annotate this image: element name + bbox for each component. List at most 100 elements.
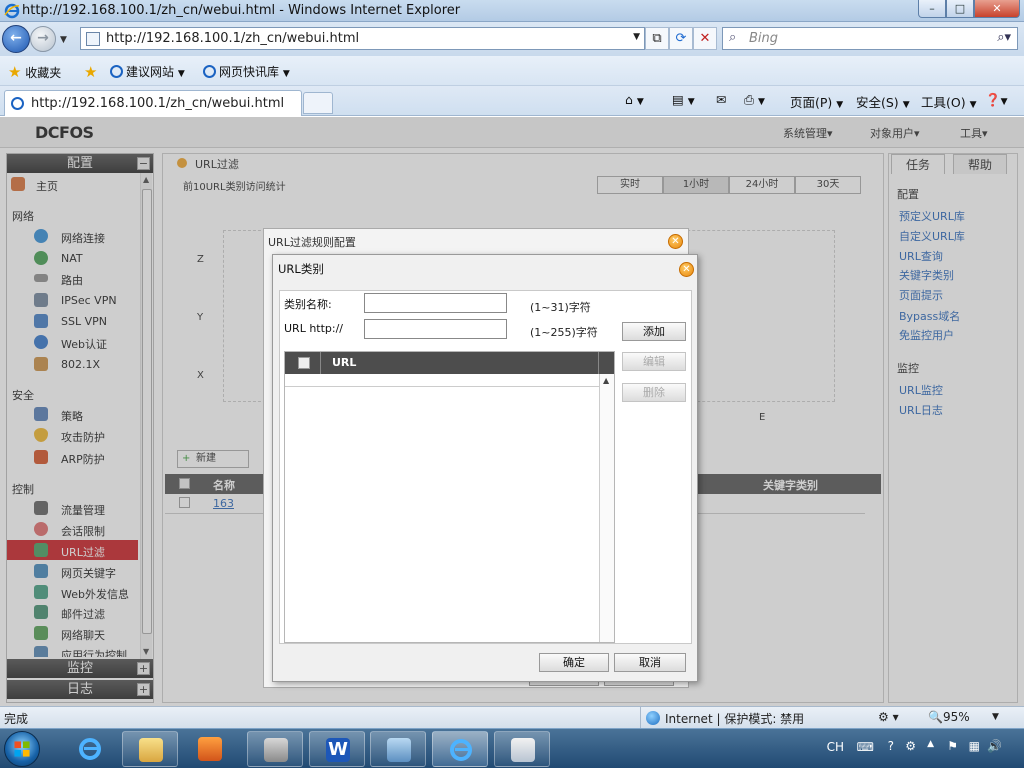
tools-menu[interactable]: 工具(O) ▼	[921, 92, 977, 111]
zoom-level: 95%	[942, 710, 970, 724]
category-name-input[interactable]	[364, 293, 507, 313]
suggested-sites-link[interactable]: 建议网站 ▼	[110, 63, 185, 80]
minimize-button[interactable]: –	[918, 0, 946, 18]
taskbar-file-explorer[interactable]	[122, 731, 178, 767]
taskbar-control-panel[interactable]	[247, 731, 303, 767]
keyboard-icon[interactable]: ⌨	[857, 740, 874, 754]
dialog-body: 类别名称: (1~31)字符 URL http:// (1~255)字符 添加 …	[279, 290, 692, 644]
word-icon: W	[326, 738, 350, 762]
add-button[interactable]: 添加	[622, 322, 686, 341]
stop-icon: ✕	[699, 31, 711, 46]
zoom-icon: 🔍	[928, 710, 943, 724]
back-button[interactable]: ←	[2, 25, 30, 53]
feeds-button[interactable]: ▤ ▼	[672, 92, 695, 107]
page-icon	[86, 32, 100, 46]
web-slice-gallery-label: 网页快讯库	[219, 65, 280, 79]
select-all-checkbox[interactable]	[298, 357, 310, 369]
address-bar[interactable]: http://192.168.100.1/zh_cn/webui.html ▼	[80, 27, 645, 50]
delete-button[interactable]: 删除	[622, 383, 686, 402]
search-icon[interactable]: ⌕▾	[997, 30, 1011, 45]
column-separator	[598, 352, 599, 374]
chevron-down-icon[interactable]: ▼	[992, 712, 999, 722]
close-icon[interactable]: ✕	[679, 262, 694, 277]
chevron-down-icon: ▼	[177, 69, 185, 79]
refresh-button[interactable]: ⟳	[669, 27, 693, 50]
network-icon	[387, 738, 411, 762]
action-center-icon[interactable]: ⚑	[947, 739, 958, 753]
network-tray-icon[interactable]: ▦	[969, 739, 980, 753]
column-url: URL	[332, 356, 357, 369]
printer-icon: ⎙	[744, 92, 755, 107]
input-language[interactable]: CH	[827, 740, 844, 754]
add-favorites-button[interactable]: ★	[84, 63, 97, 81]
scroll-up-icon[interactable]: ▲	[603, 376, 609, 385]
compatibility-view-button[interactable]: ⧉	[645, 27, 669, 50]
taskbar-word[interactable]: W	[309, 731, 365, 767]
web-slice-gallery-link[interactable]: 网页快讯库 ▼	[203, 63, 290, 80]
url-hint: (1~255)字符	[530, 326, 598, 339]
taskbar-internet-explorer[interactable]	[62, 731, 118, 767]
address-dropdown-icon[interactable]: ▼	[633, 32, 640, 42]
category-name-label: 类别名称:	[284, 298, 332, 311]
security-zone[interactable]: Internet | 保护模式: 禁用	[665, 710, 804, 727]
read-mail-button[interactable]: ✉	[716, 92, 726, 107]
window-title: http://192.168.100.1/zh_cn/webui.html - …	[22, 3, 461, 18]
url-table-scrollbar[interactable]: ▲	[599, 374, 614, 642]
help-button[interactable]: ❓▼	[985, 92, 1008, 108]
print-button[interactable]: ⎙ ▼	[744, 92, 765, 108]
ime-settings-icon[interactable]: ⚙	[905, 739, 916, 753]
chevron-down-icon: ▼	[969, 100, 977, 110]
chevron-down-icon: ▼	[1000, 97, 1008, 107]
favorites-button[interactable]: ★ 收藏夹	[8, 63, 61, 81]
document-icon	[511, 738, 535, 762]
ie-page-icon	[11, 97, 24, 110]
url-category-dialog: URL类别 ✕ 类别名称: (1~31)字符 URL http:// (1~25…	[272, 254, 698, 682]
home-button[interactable]: ⌂ ▼	[625, 92, 644, 107]
add-favorite-icon: ★	[84, 63, 98, 81]
forward-button[interactable]: →	[30, 26, 56, 52]
maximize-button[interactable]: □	[946, 0, 974, 18]
volume-icon[interactable]: 🔊	[987, 739, 1002, 753]
forward-arrow-icon: →	[37, 30, 49, 46]
start-button[interactable]	[4, 731, 40, 767]
category-cancel-button[interactable]: 取消	[614, 653, 686, 672]
protected-mode-icon[interactable]: ⚙ ▾	[878, 710, 899, 724]
url-input[interactable]	[364, 319, 507, 339]
category-name-hint: (1~31)字符	[530, 301, 591, 314]
chevron-down-icon: ▼	[758, 97, 765, 107]
taskbar-document[interactable]	[494, 731, 550, 767]
taskbar-media-player[interactable]	[182, 731, 238, 767]
stop-button[interactable]: ✕	[693, 27, 717, 50]
zoom-control[interactable]: 🔍95%	[928, 710, 970, 724]
control-panel-icon	[264, 738, 288, 762]
status-bar: 完成 Internet | 保护模式: 禁用 ⚙ ▾ 🔍95% ▼	[0, 706, 1024, 729]
windows-taskbar: W CH ⌨ ? ⚙ ▲ ⚑ ▦ 🔊	[0, 728, 1024, 768]
edit-button[interactable]: 编辑	[622, 352, 686, 371]
ie-page-icon	[110, 65, 123, 78]
folder-icon	[139, 738, 163, 762]
taskbar-internet-explorer-active[interactable]	[432, 731, 488, 767]
tab-current[interactable]: http://192.168.100.1/zh_cn/webui.html	[4, 90, 302, 116]
close-button[interactable]: ✕	[974, 0, 1020, 18]
media-player-icon	[198, 737, 222, 761]
url-table: URL ▲	[284, 351, 615, 643]
page-menu[interactable]: 页面(P) ▼	[790, 92, 843, 111]
search-box[interactable]: ⌕ Bing ⌕▾	[722, 27, 1018, 50]
column-separator	[320, 352, 321, 374]
safety-menu[interactable]: 安全(S) ▼	[856, 92, 910, 111]
search-placeholder[interactable]: Bing	[749, 31, 778, 46]
help-icon[interactable]: ?	[888, 739, 894, 753]
taskbar-network[interactable]	[370, 731, 426, 767]
dialog-title: URL过滤规则配置	[268, 236, 356, 249]
window-controls: – □ ✕	[918, 0, 1020, 18]
tools-menu-label: 工具(O)	[921, 95, 966, 110]
internet-explorer-icon	[450, 739, 472, 761]
new-tab-button[interactable]	[303, 92, 333, 114]
tab-bar: http://192.168.100.1/zh_cn/webui.html ⌂ …	[0, 86, 1024, 116]
show-hidden-icons[interactable]: ▲	[927, 739, 934, 749]
close-icon[interactable]: ✕	[668, 234, 683, 249]
history-dropdown-icon[interactable]: ▼	[60, 35, 67, 45]
favorites-star-icon: ★	[8, 63, 22, 81]
address-url[interactable]: http://192.168.100.1/zh_cn/webui.html	[106, 31, 359, 46]
category-ok-button[interactable]: 确定	[539, 653, 609, 672]
